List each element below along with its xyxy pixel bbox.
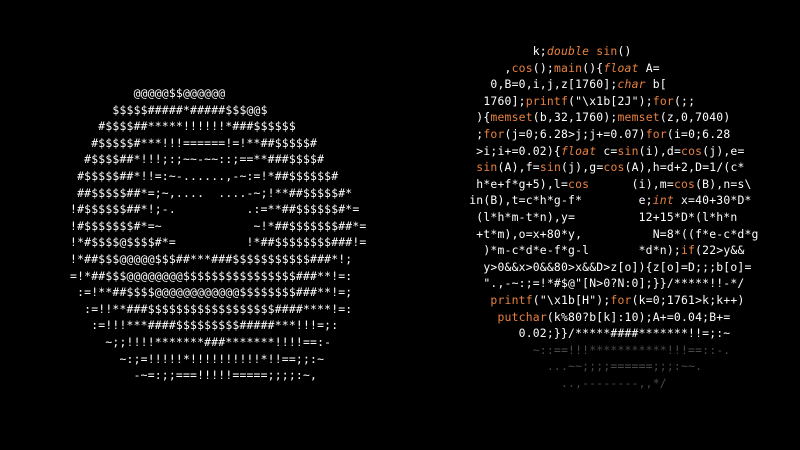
code-line: 0,B=0,i,j,z[1760];char b[ bbox=[441, 77, 667, 92]
code-line: in(B),t=c*h*g-f* e;int x=40+30*D* bbox=[441, 193, 752, 208]
ascii-line: :=!**##$$$$@@@@@@@@@@@@$$$$$$$$###**!=; bbox=[63, 285, 353, 300]
code-line: >i;i+=0.02){float c=sin(i),d=cos(j),e= bbox=[441, 143, 745, 158]
ascii-donut-art: @@@@@$$@@@@@@ $$$$$#####*#####$$$@@$ #$$… bbox=[63, 85, 366, 384]
code-line: h*e+f*g+5),l=cos (i),m=cos(B),n=s\ bbox=[441, 176, 752, 191]
ascii-line: ~;;!!!!*******###*******!!!!==:- bbox=[63, 334, 332, 349]
ascii-line: !*#$$$$@$$$$#*= !*##$$$$$$$$###!= bbox=[63, 235, 367, 250]
code-line: sin(A),f=sin(j),g=cos(A),h=d+2,D=1/(c* bbox=[476, 160, 745, 175]
code-line: ...~~;;;;======;;;:~~. bbox=[441, 359, 703, 374]
ascii-line: !*##$$$@@@@@$$$##***###$$$$$$$$$$$###*!; bbox=[63, 251, 353, 266]
ascii-line: $$$$$#####*#####$$$@@$ bbox=[63, 102, 268, 117]
ascii-line: @@@@@$$@@@@@@ bbox=[63, 86, 226, 100]
ascii-line: ##$$$$$##*=;~,.... ....-~;!**##$$$$$#* bbox=[63, 185, 353, 200]
ascii-line: #$$$$$#***!!!======!=!**##$$$$$# bbox=[63, 135, 318, 150]
code-line: putchar(k%80?b[k]:10);A+=0.04;B+= bbox=[497, 309, 731, 324]
code-line: ".,-~:;=!*#$@"[N>0?N:0];}}/*****!!-*/ bbox=[441, 276, 745, 291]
code-line: +t*m),o=x+80*y, N=8*((f*e-c*d*g bbox=[441, 226, 759, 241]
ascii-line: ~:;=!!!!!*!!!!!!!!!!*!!==;;:~ bbox=[63, 351, 325, 366]
ascii-line: !#$$$$$$$#*=~ ~!*##$$$$$$$##*= bbox=[63, 218, 367, 233]
canvas: @@@@@$$@@@@@@ $$$$$#####*#####$$$@@$ #$$… bbox=[0, 0, 800, 450]
ascii-line: !#$$$$$$##*!;-. .:=**##$$$$$$#*= bbox=[63, 202, 360, 217]
ascii-line: #$$$$$##*!!=:~-......,-~:=!*##$$$$$$# bbox=[63, 168, 339, 183]
ascii-line: -~=:;;===!!!!!=====;;;;:~, bbox=[63, 368, 318, 383]
donut-source-code: k;double sin() ,cos();main(){float A= 0,… bbox=[441, 43, 759, 391]
code-line: ~::==!!!***********!!!==::-. bbox=[441, 342, 731, 357]
code-line: 0.02;}}/*****####*******!!=;:~ bbox=[441, 326, 731, 341]
ascii-line: :=!!**###$$$$$$$$$$$$$$$$$$####****!=: bbox=[63, 301, 353, 316]
code-line: printf("\x1b[H");for(k=0;1761>k;k++) bbox=[490, 292, 745, 307]
code-line: 1760];printf("\x1b[2J");for(;; bbox=[441, 93, 696, 108]
code-line: )*m-c*d*e-f*g-l *d*n);if(22>y&& bbox=[441, 243, 745, 258]
code-line: ){memset(b,32,1760);memset(z,0,7040) bbox=[441, 110, 731, 125]
code-line: ;for(j=0;6.28>j;j+=0.07)for(i=0;6.28 bbox=[441, 126, 731, 141]
ascii-line: =!*##$$$@@@@@@@@$$$$$$$$$$$$$$$$###**!=: bbox=[63, 268, 353, 283]
ascii-line: #$$$$##*****!!!!!!*###$$$$$$ bbox=[63, 119, 296, 134]
code-line: ,cos();main(){float A= bbox=[441, 60, 660, 75]
code-line: ..,--------,,*/ bbox=[441, 375, 667, 390]
ascii-line: :=!!!***####$$$$$$$$$#####***!!!=;: bbox=[63, 318, 339, 333]
code-line: y>0&&x>0&&80>x&&D>z[o]){z[o]=D;;;b[o]= bbox=[441, 259, 752, 274]
code-line: k;double sin() bbox=[441, 44, 632, 58]
code-line: (l*h*m-t*n),y= 12+15*D*(l*h*n bbox=[441, 209, 738, 224]
ascii-line: #$$$$##*!!!;:;~~-~~::;==**###$$$$# bbox=[63, 152, 325, 167]
